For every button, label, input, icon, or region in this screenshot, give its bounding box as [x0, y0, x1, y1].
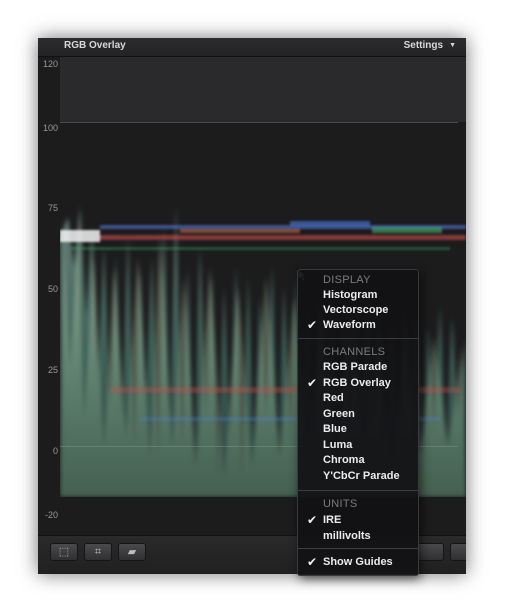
- menu-item-red[interactable]: Red: [323, 392, 344, 404]
- menu-header-units: UNITS: [323, 498, 358, 510]
- menu-item-millivolts[interactable]: millivolts: [323, 530, 371, 542]
- menu-item-vectorscope[interactable]: Vectorscope: [323, 304, 388, 316]
- menu-item-rgb-parade[interactable]: RGB Parade: [323, 361, 387, 373]
- crop-icon[interactable]: ⌗: [84, 543, 112, 561]
- menu-item-show-guides[interactable]: Show Guides: [323, 556, 393, 568]
- axis-label-120: 120: [42, 59, 58, 69]
- titlebar: RGB Overlay Settings ▼: [38, 38, 466, 57]
- menu-item-luma[interactable]: Luma: [323, 439, 352, 451]
- menu-item-waveform[interactable]: Waveform: [323, 319, 376, 331]
- menu-separator: [298, 490, 418, 491]
- axis-label-100: 100: [42, 123, 58, 133]
- selection-box-icon[interactable]: ⬚: [50, 543, 78, 561]
- menu-header-display: DISPLAY: [323, 274, 371, 286]
- menu-item-ycbcr-parade[interactable]: Y'CbCr Parade: [323, 470, 400, 482]
- axis-label-0: 0: [52, 446, 58, 456]
- menu-item-ire[interactable]: IRE: [323, 514, 341, 526]
- overrange-band: [60, 57, 466, 122]
- play-icon[interactable]: [416, 543, 444, 561]
- axis-label-25: 25: [47, 365, 58, 375]
- checkmark-icon: ✔: [307, 513, 318, 527]
- chevron-down-icon: ▼: [449, 42, 456, 49]
- parallelogram-icon[interactable]: ▰: [118, 543, 146, 561]
- axis-label-75: 75: [47, 203, 58, 213]
- settings-menu: DISPLAY Histogram Vectorscope ✔ Waveform…: [297, 269, 419, 576]
- menu-item-chroma[interactable]: Chroma: [323, 454, 365, 466]
- checkmark-icon: ✔: [307, 376, 318, 390]
- menu-item-histogram[interactable]: Histogram: [323, 289, 377, 301]
- menu-item-green[interactable]: Green: [323, 408, 355, 420]
- menu-item-rgb-overlay[interactable]: RGB Overlay: [323, 377, 391, 389]
- settings-button[interactable]: Settings ▼: [404, 40, 456, 51]
- settings-label: Settings: [403, 40, 444, 51]
- checkmark-icon: ✔: [307, 318, 318, 332]
- checkmark-icon: ✔: [307, 555, 318, 569]
- menu-separator: [298, 338, 418, 339]
- window-title: RGB Overlay: [64, 40, 126, 51]
- menu-header-channels: CHANNELS: [323, 346, 386, 358]
- menu-item-blue[interactable]: Blue: [323, 423, 347, 435]
- toolbar-button-right[interactable]: [450, 543, 466, 561]
- menu-separator: [298, 548, 418, 549]
- axis-label-50: 50: [47, 284, 58, 294]
- axis-label-minus20: -20: [44, 510, 58, 520]
